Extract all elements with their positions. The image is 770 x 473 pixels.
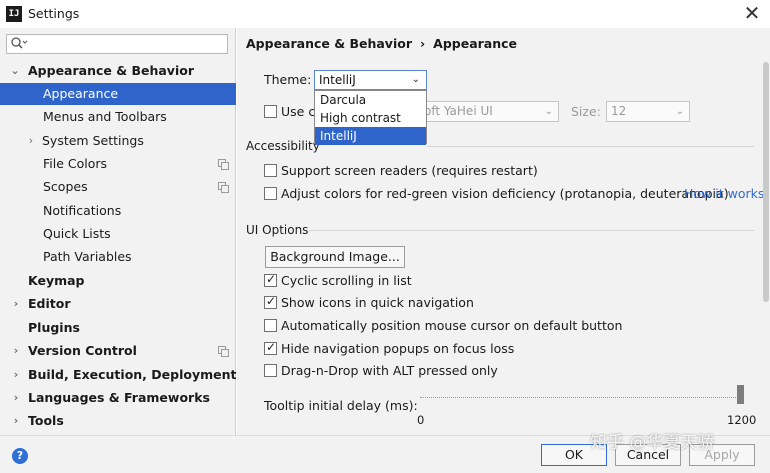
tooltip-delay-label: Tooltip initial delay (ms): [264,398,418,413]
tree-item-scopes[interactable]: Scopes [0,176,236,198]
tree-item-appearance-behavior[interactable]: ⌄ Appearance & Behavior [0,60,236,82]
use-custom-font-checkbox[interactable] [264,105,277,118]
chevron-down-icon: ⌄ [675,106,684,117]
drag-n-drop-alt-checkbox[interactable] [264,364,277,377]
background-image-button[interactable]: Background Image... [265,246,405,268]
project-scope-icon [218,346,229,357]
tooltip-delay-slider-track[interactable] [420,397,742,398]
chevron-right-icon[interactable]: › [11,293,21,315]
breadcrumb-separator: › [420,36,426,51]
tree-item-plugins[interactable]: Plugins [0,317,236,339]
theme-label: Theme: [264,72,312,87]
tree-item-label: Languages & Frameworks [28,390,210,405]
theme-option-darcula[interactable]: Darcula [315,91,426,109]
theme-option-high-contrast[interactable]: High contrast [315,109,426,127]
hide-navigation-popups-label: Hide navigation popups on focus loss [281,341,515,356]
cyclic-scrolling-label: Cyclic scrolling in list [281,273,412,288]
tree-item-label: Keymap [28,273,85,288]
chevron-down-icon: ⌄ [544,106,553,117]
zhihu-watermark: 知乎 @华夏天骄 [590,433,715,453]
tree-item-label: Path Variables [43,249,132,264]
tree-item-editor[interactable]: › Editor [0,293,236,315]
font-size-value: 12 [611,104,627,118]
scrollbar-thumb[interactable] [763,62,769,302]
tree-item-label: Plugins [28,320,80,335]
section-divider [309,230,754,231]
color-deficiency-label: Adjust colors for red-green vision defic… [281,186,729,201]
font-size-select[interactable]: 12 ⌄ [606,101,690,122]
theme-select[interactable]: IntelliJ ⌄ [314,70,427,90]
theme-dropdown-list: Darcula High contrast IntelliJ [314,90,427,145]
hide-navigation-popups-checkbox[interactable] [264,340,277,355]
theme-option-intellij[interactable]: IntelliJ [315,127,426,145]
auto-position-cursor-label: Automatically position mouse cursor on d… [281,318,623,333]
slider-min-label: 0 [417,413,425,427]
screen-readers-checkbox[interactable] [264,164,277,177]
tree-item-label: Version Control [28,343,137,358]
drag-n-drop-alt-label: Drag-n-Drop with ALT pressed only [281,363,498,378]
ui-options-section-title: UI Options [246,223,309,237]
color-deficiency-checkbox[interactable] [264,187,277,200]
tree-item-build-execution-deployment[interactable]: › Build, Execution, Deployment [0,364,237,386]
tree-item-menus-toolbars[interactable]: Menus and Toolbars [0,106,236,128]
intellij-app-icon: IJ [6,6,22,22]
font-size-label: Size: [571,104,601,119]
tree-item-label: Appearance & Behavior [28,63,194,78]
auto-position-cursor-checkbox[interactable] [264,319,277,332]
tree-item-quick-lists[interactable]: Quick Lists [0,223,236,245]
cyclic-scrolling-checkbox[interactable] [264,272,277,287]
chevron-right-icon[interactable]: › [11,364,21,386]
window-title: Settings [28,6,80,21]
chevron-right-icon[interactable]: › [11,387,21,409]
settings-tree-panel: ⌄ Appearance & Behavior Appearance Menus… [0,28,236,435]
tree-item-label: Tools [28,413,64,428]
tree-item-languages-frameworks[interactable]: › Languages & Frameworks [0,387,236,409]
show-icons-label: Show icons in quick navigation [281,295,474,310]
how-it-works-link[interactable]: How it works [684,186,764,201]
help-icon[interactable]: ? [12,448,28,464]
tree-item-file-colors[interactable]: File Colors [0,153,236,175]
slider-max-label: 1200 [727,413,757,427]
search-icon [11,37,28,49]
appearance-settings-panel: Appearance & Behavior › Appearance Theme: … [237,28,770,435]
tree-item-label: Appearance [43,86,119,101]
settings-search-input[interactable] [6,34,228,54]
title-bar: IJ Settings ✕ [0,0,770,28]
chevron-right-icon[interactable]: › [11,340,21,362]
tree-item-system-settings[interactable]: › System Settings [0,130,236,152]
custom-font-select[interactable]: oft YaHei UI ⌄ [419,101,559,122]
tree-item-label: Build, Execution, Deployment [28,367,237,382]
tree-item-version-control[interactable]: › Version Control [0,340,236,362]
tree-item-label: Editor [28,296,71,311]
project-scope-icon [218,159,229,170]
tree-item-label: Scopes [43,179,88,194]
screen-readers-label: Support screen readers (requires restart… [281,163,538,178]
accessibility-section-title: Accessibility [246,139,320,153]
tree-item-label: Menus and Toolbars [43,109,167,124]
tree-item-label: Quick Lists [43,226,111,241]
theme-value: IntelliJ [319,73,356,87]
section-divider [427,146,754,147]
tree-item-tools[interactable]: › Tools [0,410,236,432]
show-icons-checkbox[interactable] [264,294,277,309]
breadcrumb-current: Appearance [433,36,518,51]
tree-item-notifications[interactable]: Notifications [0,200,236,222]
chevron-right-icon[interactable]: › [11,410,21,432]
tree-item-appearance[interactable]: Appearance [0,83,236,105]
tooltip-delay-slider-thumb[interactable] [737,385,744,404]
breadcrumb-parent: Appearance & Behavior [246,36,412,51]
breadcrumb: Appearance & Behavior › Appearance [246,36,517,51]
tree-item-path-variables[interactable]: Path Variables [0,246,236,268]
chevron-down-icon[interactable]: ⌄ [10,60,20,82]
chevron-right-icon[interactable]: › [26,130,36,152]
tree-item-label: File Colors [43,156,108,171]
tree-item-label: System Settings [42,133,144,148]
tree-item-keymap[interactable]: Keymap [0,270,236,292]
project-scope-icon [218,182,229,193]
close-icon[interactable]: ✕ [740,2,764,26]
chevron-down-icon: ⌄ [411,74,420,85]
custom-font-value: oft YaHei UI [424,104,493,118]
tree-item-label: Notifications [43,203,122,218]
